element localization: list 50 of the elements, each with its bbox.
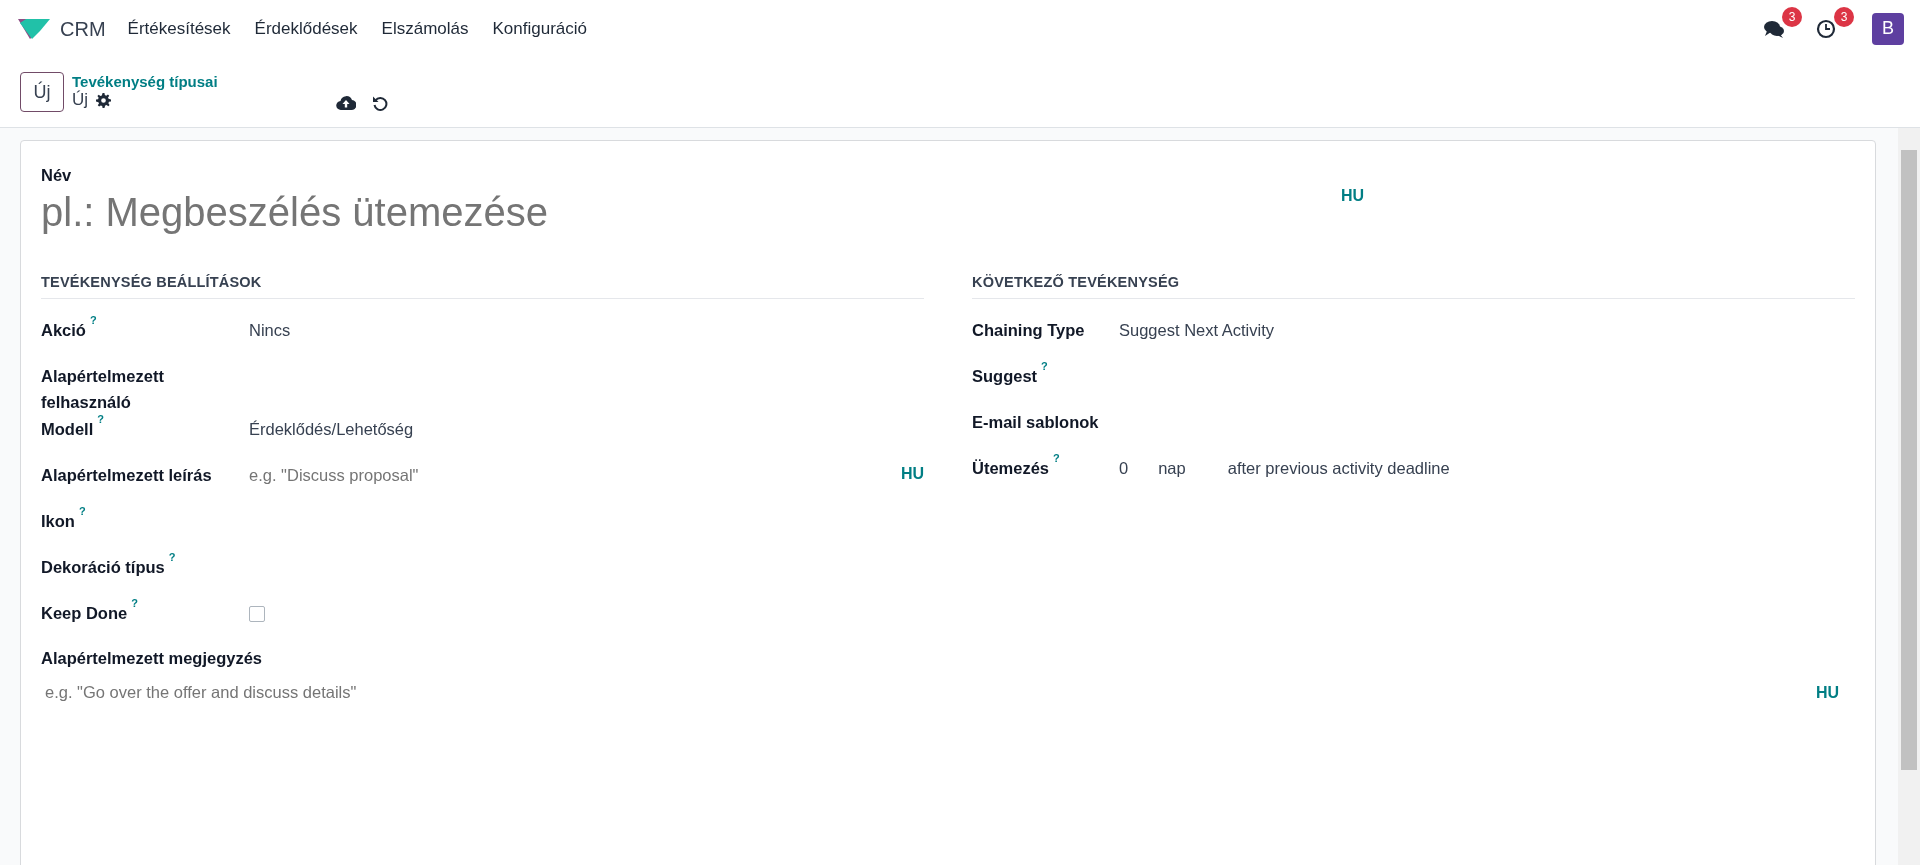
user-avatar[interactable]: B (1872, 12, 1904, 45)
help-tooltip[interactable]: ? (1041, 359, 1048, 372)
help-tooltip[interactable]: ? (89, 313, 97, 326)
field-label: Alapértelmezett leírás (41, 465, 212, 484)
field-label: Dekoráció típus (41, 557, 165, 576)
field-label: Ikon (41, 511, 75, 530)
breadcrumb-link[interactable]: Tevékenység típusai (72, 73, 218, 91)
field-value[interactable]: Suggest Next Activity (1119, 316, 1274, 343)
notification-badge: 3 (1834, 6, 1854, 27)
undo-icon[interactable] (371, 95, 388, 111)
field-label: E-mail sablonok (972, 412, 1099, 431)
field-label: Ütemezés (972, 458, 1050, 477)
help-tooltip[interactable]: ? (168, 550, 176, 563)
menu-item[interactable]: Érdeklődések (242, 15, 370, 42)
app-logo-icon[interactable] (16, 16, 52, 41)
settings-icon[interactable] (96, 92, 112, 108)
help-tooltip[interactable]: ? (78, 504, 86, 517)
section-title: TEVÉKENYSÉG BEÁLLÍTÁSOK (41, 271, 924, 299)
schedule-value[interactable]: 0 (1119, 454, 1129, 481)
field-label: Chaining Type (972, 320, 1085, 339)
help-tooltip[interactable]: ? (131, 596, 138, 609)
field-label: Alapértelmezett megjegyzés (41, 647, 263, 669)
help-tooltip[interactable]: ? (1053, 451, 1060, 464)
field-label: Akció (41, 320, 86, 339)
field-value[interactable]: Érdeklődés/Lehetőség (249, 415, 414, 443)
cloud-upload-icon[interactable] (335, 95, 356, 111)
clock-icon[interactable] (1815, 18, 1837, 39)
chat-icon[interactable] (1763, 18, 1785, 39)
menu-item[interactable]: Konfiguráció (480, 15, 599, 42)
language-button[interactable]: HU (1815, 680, 1839, 705)
schedule-value[interactable]: nap (1158, 454, 1186, 481)
checkbox[interactable] (249, 605, 265, 622)
field-label: Modell (41, 419, 94, 438)
field-label: Alapértelmezett felhasználó (41, 366, 164, 412)
field-label: Keep Done (41, 603, 128, 622)
language-button[interactable]: HU (900, 461, 924, 486)
notification-badge: 3 (1782, 6, 1802, 27)
scrollbar[interactable] (1898, 128, 1920, 865)
menu-item[interactable]: Elszámolás (369, 15, 481, 42)
schedule-value[interactable]: after previous activity deadline (1227, 454, 1450, 481)
app-name[interactable]: CRM (60, 13, 106, 44)
help-tooltip[interactable]: ? (97, 412, 104, 425)
new-button[interactable]: Új (20, 72, 64, 112)
breadcrumb-current: Új (72, 90, 89, 111)
field-label: Név (41, 165, 73, 186)
section-title: KÖVETKEZŐ TEVÉKENYSÉG (972, 271, 1855, 299)
field-label: Suggest (972, 366, 1038, 385)
language-button[interactable]: HU (1341, 183, 1365, 208)
menu-item[interactable]: Értékesítések (115, 15, 243, 42)
field-value[interactable]: Nincs (249, 316, 291, 343)
